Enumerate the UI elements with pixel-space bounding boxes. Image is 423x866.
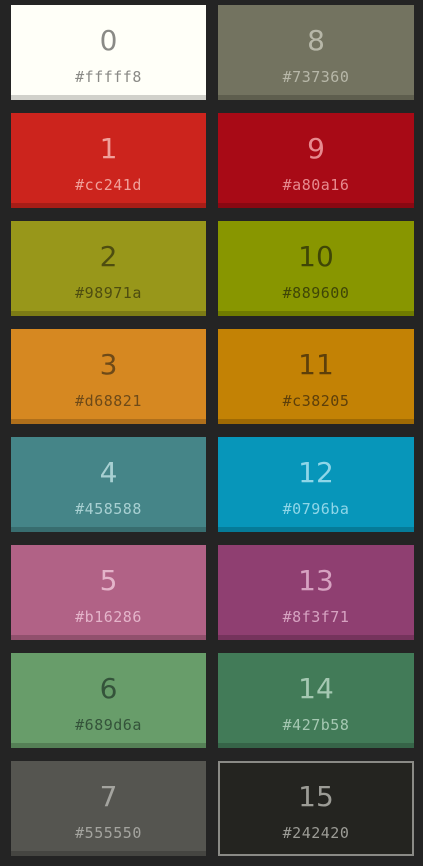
color-swatch-10[interactable]: 10 #889600	[218, 221, 414, 316]
swatch-index-label: 7	[99, 780, 118, 813]
swatch-hex-label: #737360	[282, 68, 350, 86]
swatch-hex-label: #b16286	[75, 608, 142, 626]
swatch-hex-label: #fffff8	[75, 68, 142, 86]
color-swatch-1[interactable]: 1 #cc241d	[11, 113, 206, 208]
swatch-index-label: 12	[298, 456, 334, 489]
swatch-hex-label: #d68821	[75, 392, 142, 410]
color-swatch-9[interactable]: 9 #a80a16	[218, 113, 414, 208]
swatch-index-label: 9	[307, 132, 325, 165]
swatch-index-label: 4	[99, 456, 118, 489]
color-swatch-14[interactable]: 14 #427b58	[218, 653, 414, 748]
swatch-index-label: 2	[99, 240, 118, 273]
color-swatch-4[interactable]: 4 #458588	[11, 437, 206, 532]
color-swatch-13[interactable]: 13 #8f3f71	[218, 545, 414, 640]
swatch-index-label: 8	[307, 24, 325, 57]
color-swatch-0[interactable]: 0 #fffff8	[11, 5, 206, 100]
swatch-hex-label: #c38205	[282, 392, 350, 410]
swatch-index-label: 5	[99, 564, 118, 597]
swatch-hex-label: #8f3f71	[282, 608, 350, 626]
swatch-index-label: 3	[99, 348, 118, 381]
swatch-index-label: 15	[298, 780, 334, 813]
color-swatch-3[interactable]: 3 #d68821	[11, 329, 206, 424]
swatch-hex-label: #242420	[282, 824, 350, 842]
color-swatch-2[interactable]: 2 #98971a	[11, 221, 206, 316]
swatch-hex-label: #0796ba	[282, 500, 350, 518]
swatch-hex-label: #98971a	[75, 284, 142, 302]
color-swatch-5[interactable]: 5 #b16286	[11, 545, 206, 640]
swatch-index-label: 13	[298, 564, 334, 597]
swatch-index-label: 10	[298, 240, 334, 273]
swatch-index-label: 14	[298, 672, 334, 705]
swatch-index-label: 0	[99, 24, 118, 57]
swatch-hex-label: #889600	[282, 284, 350, 302]
color-swatch-11[interactable]: 11 #c38205	[218, 329, 414, 424]
color-swatch-7[interactable]: 7 #555550	[11, 761, 206, 856]
swatch-hex-label: #458588	[75, 500, 142, 518]
swatch-index-label: 6	[99, 672, 118, 705]
swatch-index-label: 1	[99, 132, 118, 165]
swatch-hex-label: #427b58	[282, 716, 350, 734]
swatch-hex-label: #689d6a	[75, 716, 142, 734]
color-palette-grid: 0 #fffff8 1 #cc241d 2 #98971a 3 #d68821 4 #458588…	[11, 5, 414, 856]
color-swatch-8[interactable]: 8 #737360	[218, 5, 414, 100]
swatch-hex-label: #a80a16	[282, 176, 350, 194]
color-swatch-15[interactable]: 15 #242420	[218, 761, 414, 856]
swatch-hex-label: #cc241d	[75, 176, 142, 194]
swatch-hex-label: #555550	[75, 824, 142, 842]
color-swatch-12[interactable]: 12 #0796ba	[218, 437, 414, 532]
color-swatch-6[interactable]: 6 #689d6a	[11, 653, 206, 748]
swatch-index-label: 11	[298, 348, 334, 381]
